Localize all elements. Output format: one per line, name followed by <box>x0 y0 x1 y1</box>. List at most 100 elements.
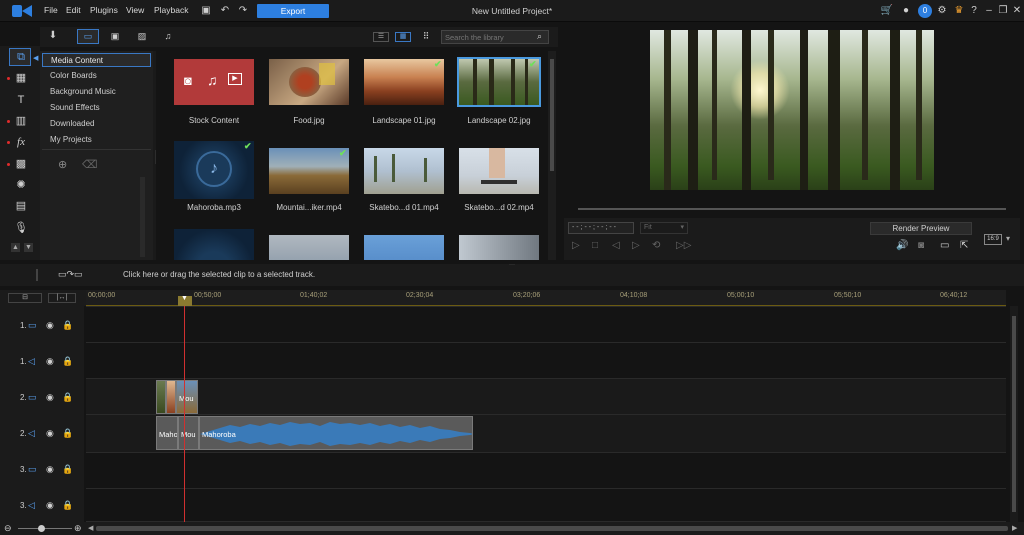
delete-tag-icon[interactable]: ⌫ <box>82 158 98 171</box>
minimize-icon[interactable]: – <box>982 4 996 18</box>
media-filter-all-icon[interactable]: ▭ <box>77 29 99 44</box>
audio-thumbnail[interactable] <box>174 229 254 260</box>
video-clip-landscape-02[interactable] <box>156 380 166 414</box>
voiceover-mic-icon[interactable]: 🎙 <box>12 220 30 236</box>
particle-room-icon[interactable]: ✺ <box>12 177 30 193</box>
storyboard-toggle-icon[interactable]: ▭↷▭ <box>58 269 83 280</box>
video-clip-mountain-biker[interactable]: Mou <box>176 380 198 414</box>
preview-viewer[interactable] <box>650 30 934 190</box>
lock-icon[interactable]: 🔒 <box>62 500 73 511</box>
timeline-ruler[interactable]: 00;00;00 00;50;00 01;40;02 02;30;04 03;2… <box>86 290 1006 306</box>
menu-plugins[interactable]: Plugins <box>90 5 118 15</box>
audio-clip-mountain-biker[interactable]: Mou <box>178 416 199 450</box>
notification-badge[interactable]: 0 <box>918 4 932 18</box>
undo-icon[interactable]: ↶ <box>218 4 232 18</box>
lock-icon[interactable]: 🔒 <box>62 428 73 439</box>
landscape-01-thumbnail[interactable] <box>364 59 444 105</box>
video-thumbnail[interactable] <box>364 235 444 260</box>
audio-filter-icon[interactable]: ♫ <box>161 31 175 43</box>
overlay-room-icon[interactable]: ▩ <box>12 156 30 172</box>
category-scrollbar[interactable] <box>140 177 145 257</box>
audio-track-3[interactable] <box>86 488 1006 522</box>
settings-gear-icon[interactable]: ⚙ <box>935 4 949 18</box>
timeline-horizontal-scrollbar[interactable] <box>96 526 1008 531</box>
transition-room-icon[interactable]: ▥ <box>12 113 30 129</box>
zoom-slider[interactable] <box>18 528 72 529</box>
video-track-3[interactable] <box>86 452 1006 488</box>
thumbnail-size-icon[interactable]: ⠿ <box>420 31 432 43</box>
undock-window-icon[interactable]: ⇱ <box>960 240 968 251</box>
quality-select[interactable]: Fit ▾ <box>640 222 688 234</box>
video-track-2[interactable] <box>86 378 1006 414</box>
zoom-out-icon[interactable]: ⊖ <box>4 523 12 534</box>
volume-icon[interactable]: 🔊 <box>896 240 908 251</box>
skateboard-01-thumbnail[interactable] <box>364 148 444 194</box>
category-color-boards[interactable]: Color Boards <box>42 69 151 83</box>
video-clip-landscape-01[interactable] <box>166 380 176 414</box>
video-thumbnail[interactable] <box>459 235 539 260</box>
render-preview-button[interactable]: Render Preview <box>870 222 972 235</box>
close-icon[interactable]: ✕ <box>1010 4 1024 18</box>
effects-room-icon[interactable]: fx <box>12 134 30 150</box>
mahoroba-audio-thumbnail[interactable]: ♪ <box>174 141 254 199</box>
visibility-eye-icon[interactable]: ◉ <box>46 320 54 331</box>
upgrade-icon[interactable]: ♛ <box>952 4 966 18</box>
category-sound-effects[interactable]: Sound Effects <box>42 101 151 115</box>
landscape-02-thumbnail[interactable] <box>457 57 541 107</box>
audio-clip-mahoroba-main[interactable]: Mahoroba <box>199 416 473 450</box>
fit-timeline-icon[interactable]: |↔| <box>48 293 76 303</box>
pip-room-icon[interactable]: ▦ <box>12 70 30 86</box>
skateboard-02-thumbnail[interactable] <box>459 148 539 194</box>
stop-icon[interactable]: □ <box>592 240 598 251</box>
playhead-line[interactable] <box>184 306 185 522</box>
import-folder-icon[interactable]: ⬇ <box>46 30 60 44</box>
category-downloaded[interactable]: Downloaded <box>42 117 151 131</box>
preview-scrubber[interactable] <box>578 208 1006 210</box>
zoom-in-icon[interactable]: ⊕ <box>74 523 82 534</box>
aspect-ratio-toggle[interactable]: 16:9 <box>984 234 1002 245</box>
lock-icon[interactable]: 🔒 <box>62 356 73 367</box>
category-background-music[interactable]: Background Music <box>42 85 151 99</box>
restore-icon[interactable]: ❐ <box>996 4 1010 18</box>
video-thumbnail[interactable] <box>269 235 349 260</box>
visibility-eye-icon[interactable]: ◉ <box>46 392 54 403</box>
mountain-biker-thumbnail[interactable] <box>269 148 349 194</box>
scroll-down-icon[interactable]: ▼ <box>24 243 33 252</box>
splitter-handle[interactable]: ··· <box>509 262 517 268</box>
subtitles-icon[interactable]: ▭ <box>940 240 949 251</box>
audio-clip-mahoroba[interactable]: Maho <box>156 416 178 450</box>
lock-icon[interactable]: 🔒 <box>62 392 73 403</box>
stock-content-thumbnail[interactable]: ◙ ♫ ▶ <box>174 59 254 105</box>
grid-view-icon[interactable]: ▦ <box>395 32 411 42</box>
redo-icon[interactable]: ↷ <box>236 4 250 18</box>
chapter-room-icon[interactable]: ▤ <box>12 198 30 214</box>
menu-edit[interactable]: Edit <box>66 5 81 15</box>
scroll-left-icon[interactable]: ◀ <box>88 524 93 532</box>
chevron-down-icon[interactable]: ▾ <box>1006 234 1010 243</box>
loop-icon[interactable]: ⟲ <box>652 240 660 251</box>
audio-track-1[interactable] <box>86 342 1006 378</box>
media-grid-scrollbar[interactable] <box>548 51 556 260</box>
zoom-slider-thumb[interactable] <box>38 525 45 532</box>
visibility-eye-icon[interactable]: ◉ <box>46 428 54 439</box>
lock-icon[interactable]: 🔒 <box>62 320 73 331</box>
visibility-eye-icon[interactable]: ◉ <box>46 356 54 367</box>
fast-forward-icon[interactable]: ▷▷ <box>676 240 691 251</box>
scroll-up-icon[interactable]: ▲ <box>11 243 20 252</box>
export-button[interactable]: Export <box>257 4 329 18</box>
cart-icon[interactable]: 🛒 <box>880 4 894 18</box>
lock-icon[interactable]: 🔒 <box>62 464 73 475</box>
save-icon[interactable]: ▣ <box>199 4 213 18</box>
help-icon[interactable]: ? <box>967 4 981 18</box>
menu-view[interactable]: View <box>126 5 144 15</box>
search-input[interactable] <box>441 30 549 44</box>
category-my-projects[interactable]: My Projects <box>42 133 151 147</box>
track-manager-icon[interactable]: ⊟ <box>8 293 42 303</box>
menu-file[interactable]: File <box>44 5 58 15</box>
account-icon[interactable]: ● <box>899 4 913 18</box>
video-filter-icon[interactable]: ▣ <box>108 31 122 43</box>
category-media-content[interactable]: Media Content <box>42 53 151 67</box>
next-frame-icon[interactable]: ▷ <box>632 240 640 251</box>
image-filter-icon[interactable]: ▨ <box>135 31 149 43</box>
timeline-vertical-scrollbar[interactable] <box>1010 306 1018 522</box>
